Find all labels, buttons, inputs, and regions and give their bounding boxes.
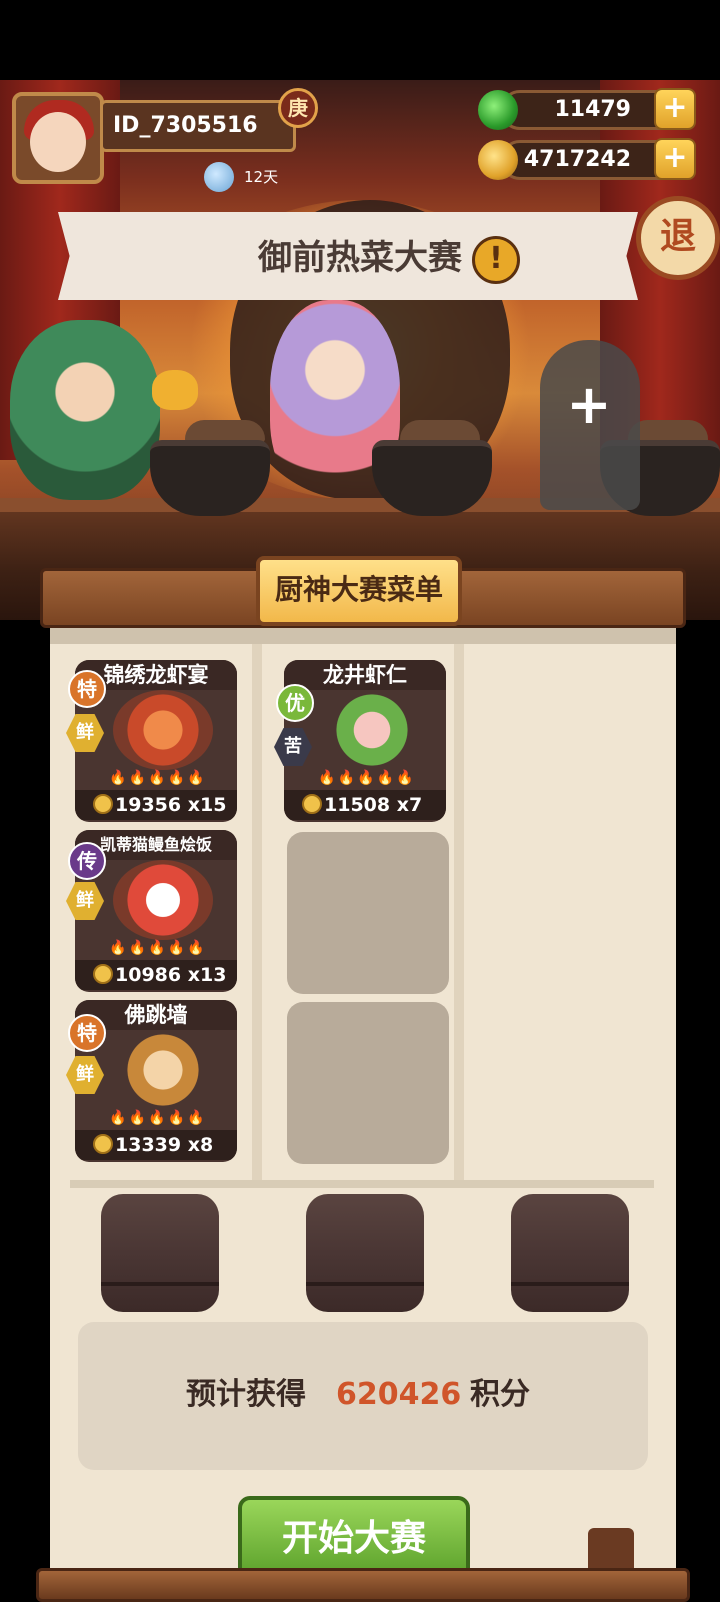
empty-dish-slot[interactable] (287, 1002, 449, 1164)
lobster-feast-image (113, 690, 213, 770)
jade-icon (478, 90, 518, 130)
quality-badge: 优 (276, 684, 314, 722)
menu-title-tab: 厨神大赛菜单 (256, 556, 462, 626)
shrimp-dish-image (322, 690, 422, 770)
score-label: 预计获得 (186, 1377, 306, 1412)
globe-icon (204, 162, 234, 192)
dish-quantity: x13 (187, 964, 227, 986)
score-unit: 积分 (470, 1377, 530, 1412)
price-value: 13339 (115, 1134, 182, 1156)
price-value: 10986 (115, 964, 182, 986)
quality-badge: 传 (68, 842, 106, 880)
heat-level-icons: 🔥🔥🔥🔥🔥 (109, 940, 207, 956)
selected-dish-slot-3[interactable] (511, 1194, 629, 1312)
bee-pet (152, 370, 198, 410)
panel-shadow (50, 628, 676, 644)
price-value: 11508 (324, 794, 391, 816)
soup-pot-image (113, 1030, 213, 1110)
heat-level-icons: 🔥🔥🔥🔥🔥 (109, 1110, 207, 1126)
dish-price: 19356 x15 (75, 790, 237, 820)
pot-lid (628, 420, 708, 442)
coin-icon (93, 964, 113, 984)
add-coins-button[interactable]: + (654, 138, 696, 180)
add-chef-plus-icon[interactable]: + (564, 378, 614, 432)
event-title: 御前热菜大赛 (258, 238, 462, 278)
dish-price: 13339 x8 (75, 1130, 237, 1160)
selected-dish-slot-1[interactable] (101, 1194, 219, 1312)
empty-dish-slot[interactable] (287, 832, 449, 994)
quality-badge: 特 (68, 670, 106, 708)
coin-icon (302, 794, 322, 814)
dish-name: 龙井虾仁 (284, 660, 446, 690)
dish-quantity: x15 (187, 794, 227, 816)
pot-lid (400, 420, 480, 442)
heat-level-icons: 🔥🔥🔥🔥🔥 (109, 770, 207, 786)
player-id: ID_7305516 (100, 100, 296, 152)
price-value: 19356 (115, 794, 182, 816)
player-avatar[interactable] (12, 92, 104, 184)
bottom-wood-rail (36, 1568, 690, 1602)
section-divider (70, 1180, 654, 1188)
rank-badge[interactable]: 庚 (278, 88, 318, 128)
column-divider (252, 644, 262, 1180)
quality-badge: 特 (68, 1014, 106, 1052)
column-divider (454, 644, 464, 1180)
coin-icon (93, 794, 113, 814)
dish-quantity: x8 (187, 1134, 214, 1156)
status-bar-area (0, 0, 720, 80)
avatar-face (30, 112, 86, 172)
pot-lid (185, 420, 265, 442)
slot-band (511, 1282, 629, 1286)
dish-price: 10986 x13 (75, 960, 237, 990)
judge-character (10, 320, 160, 500)
selected-dish-slot-2[interactable] (306, 1194, 424, 1312)
dish-quantity: x7 (396, 794, 423, 816)
exit-button[interactable]: 退 (636, 196, 720, 280)
coin-icon (478, 140, 518, 180)
add-jade-button[interactable]: + (654, 88, 696, 130)
info-alert-icon[interactable]: ! (472, 236, 520, 284)
slot-band (306, 1282, 424, 1286)
dish-price: 11508 x7 (284, 790, 446, 820)
slot-band (101, 1282, 219, 1286)
coin-icon (93, 1134, 113, 1154)
score-value: 620426 (336, 1377, 462, 1412)
eel-rice-image (113, 860, 213, 940)
days-counter: 12天 (244, 168, 279, 186)
heat-level-icons: 🔥🔥🔥🔥🔥 (318, 770, 416, 786)
